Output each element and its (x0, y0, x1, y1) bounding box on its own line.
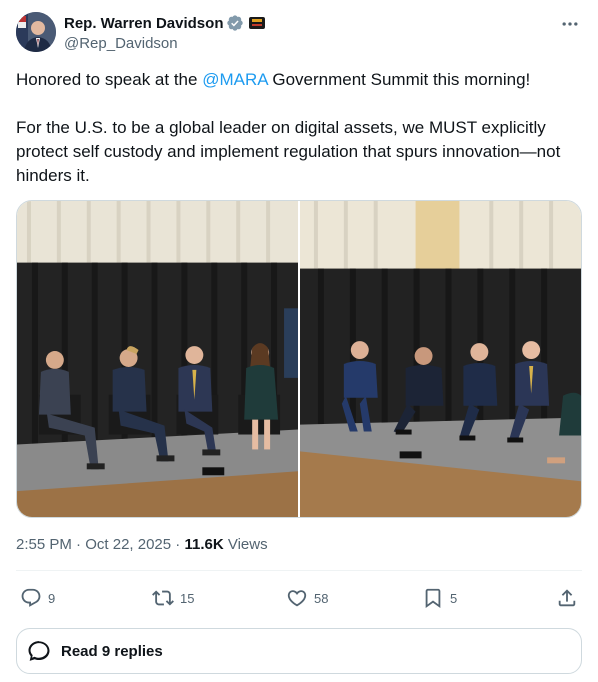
tweet-text-paragraph2: For the U.S. to be a global leader on di… (16, 118, 566, 185)
tweet-time[interactable]: 2:55 PM (16, 536, 72, 553)
repost-button[interactable]: 15 (152, 584, 194, 612)
bookmark-button[interactable]: 5 (422, 584, 457, 612)
verified-badge-icon (227, 15, 244, 31)
divider (16, 570, 582, 571)
more-icon[interactable] (560, 14, 580, 34)
bookmark-count: 5 (450, 590, 458, 606)
photo-left[interactable] (17, 201, 298, 517)
heart-icon (287, 590, 307, 607)
user-handle[interactable]: @Rep_Davidson (64, 35, 265, 52)
meta-separator: · (71, 536, 86, 553)
views-count: 11.6K (184, 536, 224, 553)
like-count: 58 (314, 590, 329, 606)
tweet-meta: 2:55 PM · Oct 22, 2025 · 11.6K Views (16, 536, 268, 553)
repost-icon (152, 590, 174, 606)
share-icon (558, 589, 576, 607)
reply-count: 9 (48, 590, 56, 606)
read-replies-button[interactable]: Read 9 replies (16, 628, 582, 674)
tweet-text-line1-suffix: Government Summit this morning! (267, 70, 531, 89)
tweet-text-line1-prefix: Honored to speak at the (16, 70, 203, 89)
reply-icon (21, 588, 41, 607)
reply-button[interactable]: 9 (20, 584, 55, 612)
media-grid (16, 200, 582, 518)
repost-count: 15 (180, 590, 195, 606)
affiliation-badge-icon[interactable] (249, 17, 266, 29)
action-bar: 9 15 58 5 (16, 584, 582, 612)
bookmark-icon (425, 588, 441, 609)
mention-link[interactable]: @MARA (202, 70, 267, 89)
share-button[interactable] (556, 584, 584, 612)
like-button[interactable]: 58 (286, 584, 328, 612)
tweet-text: Honored to speak at the @MARA Government… (16, 68, 582, 188)
photo-right[interactable] (300, 201, 581, 517)
read-replies-label: Read 9 replies (61, 642, 163, 660)
meta-separator: · (171, 536, 185, 553)
avatar[interactable] (16, 12, 56, 52)
views-label: Views (227, 536, 268, 553)
chat-bubble-icon (28, 641, 50, 661)
tweet-header: Rep. Warren Davidson @Rep_Davidson (16, 12, 582, 54)
tweet-date[interactable]: Oct 22, 2025 (85, 536, 171, 553)
display-name[interactable]: Rep. Warren Davidson (64, 15, 223, 32)
